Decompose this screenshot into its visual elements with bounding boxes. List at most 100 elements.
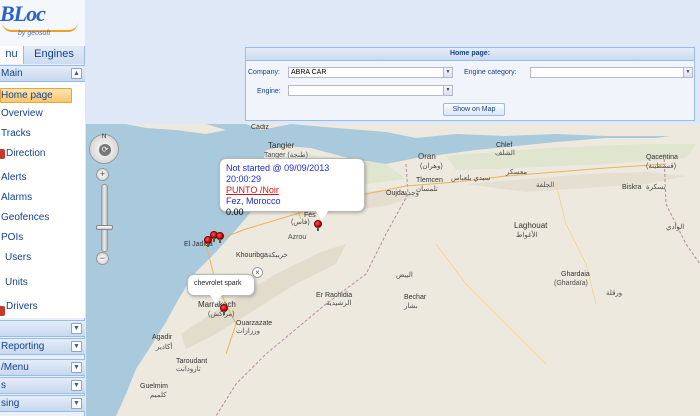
map-label-sidi-bel-abbes: سيدي بلعباس — [451, 175, 491, 182]
expand-icon[interactable]: ▼ — [71, 380, 82, 391]
engine-category-label: Engine category: — [464, 69, 517, 76]
map-label-el-bayadh: البيض — [396, 272, 413, 279]
sidebar-item-users[interactable]: Users — [0, 249, 85, 267]
map-label-oran: Oran — [418, 152, 436, 161]
collapse-icon[interactable]: ▲ — [71, 68, 82, 79]
popup-location: Fez, Morocco — [226, 196, 281, 206]
vehicle-info-popup: Not started @ 09/09/2013 20:00:29 PUNTO … — [219, 158, 365, 221]
tab-engines[interactable]: Engines — [24, 46, 85, 64]
map-label-bechar-ar: بشار — [404, 303, 418, 310]
chevron-down-icon[interactable]: ▼ — [443, 68, 452, 77]
sidebar-item-label: Tracks — [1, 128, 31, 139]
map-label-djelfa: الجلفة — [536, 182, 555, 189]
sidebar-item-direction[interactable]: Direction — [0, 145, 85, 163]
company-value: ABRA CAR — [291, 69, 327, 76]
vehicle-marker-3[interactable] — [216, 232, 224, 243]
expand-icon[interactable]: ▼ — [71, 341, 82, 352]
vehicle-marker-marrakech[interactable] — [220, 304, 228, 315]
chevron-down-icon[interactable]: ▼ — [683, 68, 692, 77]
map-label-laghouat: Laghouat — [514, 221, 548, 230]
sidebar-item-geofences[interactable]: Geofences — [0, 209, 85, 227]
map-label-agadir-ar: أكادير — [156, 344, 173, 351]
expand-icon[interactable]: ▼ — [71, 398, 82, 409]
company-label: Company: — [248, 69, 280, 76]
map-label-ouarzazate-ar: ورزازات — [236, 328, 261, 335]
drivers-icon — [0, 306, 5, 316]
sidebar-item-alerts[interactable]: Alerts — [0, 169, 85, 187]
direction-icon — [0, 149, 5, 159]
panel-title: s — [1, 380, 6, 391]
zoom-slider-track[interactable] — [101, 184, 108, 252]
engine-label: Engine: — [257, 88, 281, 95]
panel-title: /Menu — [1, 362, 29, 373]
expand-icon[interactable]: ▼ — [71, 362, 82, 373]
map-label-qacentina-ar: (قسنطينة) — [646, 163, 677, 170]
zoom-slider-handle[interactable] — [96, 225, 113, 230]
map-label-oujda-ar: وجدة — [404, 190, 420, 197]
panel-header-collapsed-1[interactable]: ▼ — [0, 320, 85, 337]
map-label-chlef-ar: الشلف — [495, 150, 515, 157]
panel-title: Reporting — [1, 341, 45, 352]
sidebar-item-tracks[interactable]: Tracks — [0, 125, 85, 143]
logo-subtitle: by geosoft — [18, 30, 51, 37]
sidebar-item-pois[interactable]: POIs — [0, 229, 85, 247]
map-view[interactable]: Cádiz Tangier Tanger (طنجة) Oran (وهران)… — [86, 124, 700, 416]
show-on-map-button[interactable]: Show on Map — [443, 103, 505, 116]
map-label-er-rachidia: Er Rachidia — [316, 292, 353, 299]
map-label-cadiz: Cádiz — [251, 124, 269, 131]
map-label-guelmim: Guelmim — [140, 383, 169, 390]
panel-header-s[interactable]: s ▼ — [0, 377, 85, 394]
popup-vehicle-link[interactable]: PUNTO /Noir — [226, 185, 358, 196]
map-label-oran-ar: (وهران) — [420, 163, 443, 170]
pan-center-icon[interactable]: ⟳ — [99, 144, 111, 156]
logo-text: BLoc — [0, 1, 46, 26]
popup-status: Not started @ 09/09/2013 20:00:29 — [226, 163, 330, 184]
panel-header-menu[interactable]: /Menu ▼ — [0, 359, 85, 376]
sidebar-item-units[interactable]: Units — [0, 274, 85, 292]
popup-value: 0.00 — [226, 207, 244, 217]
expand-icon[interactable]: ▼ — [71, 323, 82, 334]
map-label-azrou: Azrou — [288, 234, 307, 241]
main-menu-list: Home page Overview Tracks Direction Aler… — [0, 82, 85, 318]
app-logo: BLoc by geosoft — [0, 0, 85, 46]
map-label-tlemcen: Tlemcen — [416, 177, 443, 184]
sidebar-item-home[interactable]: Home page — [0, 88, 72, 103]
close-icon[interactable]: × — [252, 267, 263, 278]
map-label-fes-ar: (فاس) — [291, 219, 310, 226]
panel-header-main[interactable]: Main ▲ — [0, 65, 85, 82]
tab-menu[interactable]: nu — [0, 46, 24, 64]
vehicle-marker-fez[interactable] — [314, 220, 322, 231]
sidebar-item-overview[interactable]: Overview — [0, 105, 85, 123]
sidebar-item-label: Overview — [1, 108, 43, 119]
engine-category-select[interactable]: ▼ — [530, 67, 693, 78]
sidebar: BLoc by geosoft nu Engines Main ▲ Home p… — [0, 0, 85, 416]
map-label-mascara: معسكر — [506, 169, 528, 176]
map-label-ghardaia: Ghardaia — [561, 271, 590, 278]
form-title: Home page: — [246, 48, 694, 61]
company-select[interactable]: ABRA CAR ▼ — [288, 67, 453, 78]
zoom-in-button[interactable]: + — [96, 168, 109, 181]
map-label-biskra-ar: بسكرة — [646, 184, 666, 191]
zoom-out-button[interactable]: − — [96, 252, 109, 265]
sidebar-item-label: Drivers — [6, 301, 38, 312]
map-label-agadir: Agadir — [152, 334, 173, 341]
panel-header-sing[interactable]: sing ▼ — [0, 395, 85, 412]
sidebar-item-label: Home page — [1, 90, 53, 101]
map-label-ghardaia-ar: (Ghardaïa) — [554, 280, 588, 287]
sidebar-item-label: Direction — [6, 148, 46, 159]
panel-header-reporting[interactable]: Reporting ▼ — [0, 338, 85, 355]
sidebar-item-label: Units — [5, 277, 28, 288]
map-label-er-rachidia-ar: الرشيدية — [326, 300, 352, 307]
chevron-down-icon[interactable]: ▼ — [443, 86, 452, 95]
engine-select[interactable]: ▼ — [288, 85, 453, 96]
map-label-el-oued: الوادي — [666, 224, 685, 231]
map-label-khouribga: Khouribga — [236, 252, 268, 259]
sidebar-item-drivers[interactable]: Drivers — [0, 298, 85, 316]
map-label-marrakech-ar: (مراكش) — [208, 311, 235, 318]
pan-control[interactable]: N ⟳ — [89, 134, 119, 164]
home-page-form: Home page: Company: ABRA CAR ▼ Engine ca… — [245, 47, 695, 121]
panel-title-main: Main — [1, 68, 23, 79]
map-label-guelmim-ar: كلميم — [150, 392, 167, 399]
sidebar-item-alarms[interactable]: Alarms — [0, 189, 85, 207]
sidebar-item-label: Alarms — [1, 192, 33, 203]
